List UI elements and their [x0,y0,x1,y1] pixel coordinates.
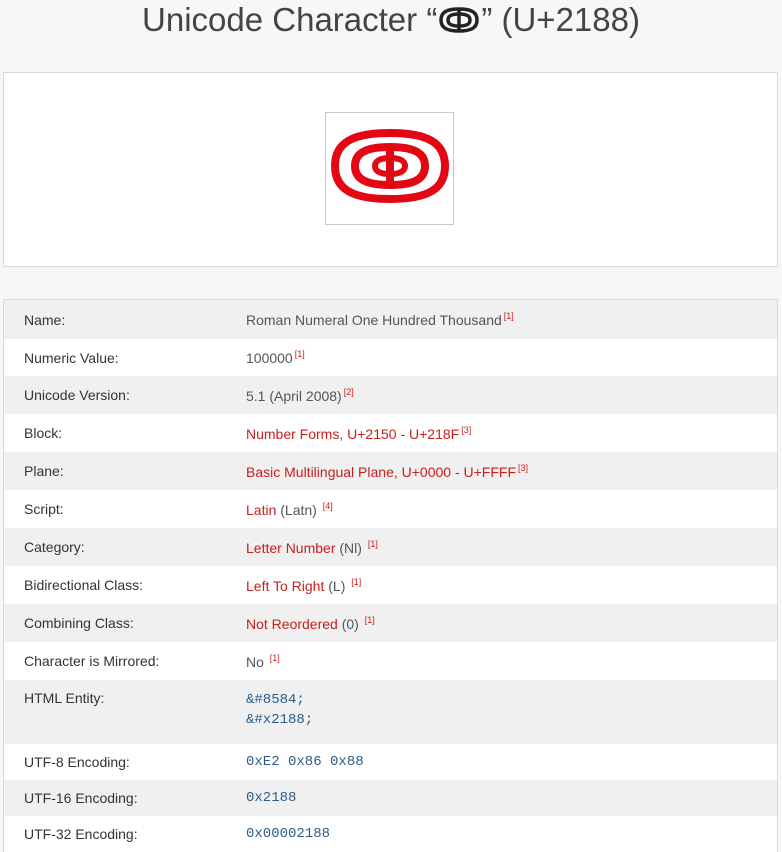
category-link[interactable]: Letter Number [246,540,335,556]
reference-link[interactable]: [4] [323,501,333,511]
version-value: 5.1 (April 2008) [246,387,342,404]
glyph-preview-tile [325,112,454,225]
html-entity-hex: &#x2188; [246,712,314,728]
row-label: Block: [24,425,63,441]
reference-link[interactable]: [1] [295,349,305,359]
table-row-bidi: Bidirectional Class: Left To Right (L) [… [4,566,777,604]
reference-link[interactable]: [2] [344,387,354,397]
table-row-combining: Combining Class: Not Reordered (0) [1] [4,604,777,642]
reference-link[interactable]: [1] [504,311,514,321]
combining-code: (0) [337,615,363,632]
row-value: Basic Multilingual Plane, U+0000 - U+FFF… [246,463,777,480]
combining-link[interactable]: Not Reordered [246,616,338,632]
utf32-value: 0x00002188 [246,826,331,842]
row-label: Unicode Version: [24,387,130,403]
row-label: Character is Mirrored: [24,653,160,669]
page-title: Unicode Character “ ” (U+2188) [0,0,782,43]
table-row-version: Unicode Version: 5.1 (April 2008) [2] [4,376,777,414]
row-value: 5.1 (April 2008) [2] [246,387,777,404]
reference-link[interactable]: [1] [368,539,378,549]
title-prefix: Unicode Character “ [142,1,438,38]
bidi-link[interactable]: Left To Right [246,578,324,594]
row-value: Number Forms, U+2150 - U+218F [3] [246,425,777,442]
row-value: &#8584; &#x2188; [246,690,777,730]
table-row-category: Category: Letter Number (Nl) [1] [4,528,777,566]
html-entity-decimal: &#8584; [246,692,305,708]
row-value: Not Reordered (0) [1] [246,615,777,632]
row-value: Letter Number (Nl) [1] [246,539,777,556]
category-code: (Nl) [335,539,366,556]
table-row-mirrored: Character is Mirrored: No [1] [4,642,777,680]
row-label: Plane: [24,463,64,479]
row-label: UTF-16 Encoding: [24,790,138,806]
table-row-utf8: UTF-8 Encoding: 0xE2 0x86 0x88 [4,744,777,780]
row-value: Roman Numeral One Hundred Thousand [1] [246,311,777,328]
numeric-value: 100000 [246,350,293,366]
mirrored-value: No [246,653,268,670]
row-value: Left To Right (L) [1] [246,577,777,594]
row-label: UTF-32 Encoding: [24,826,138,842]
glyph-preview-panel [3,72,778,267]
utf8-value: 0xE2 0x86 0x88 [246,754,364,770]
row-label: Name: [24,311,66,328]
reference-link[interactable]: [3] [518,463,528,473]
table-row-utf16: UTF-16 Encoding: 0x2188 [4,780,777,816]
roman-numeral-glyph-icon [439,3,480,43]
table-row-script: Script: Latin (Latn) [4] [4,490,777,528]
table-row-plane: Plane: Basic Multilingual Plane, U+0000 … [4,452,777,490]
row-label: Category: [24,539,85,555]
row-label: Bidirectional Class: [24,577,144,593]
utf16-value: 0x2188 [246,790,297,806]
character-properties-table: Name: Roman Numeral One Hundred Thousand… [3,299,778,852]
row-label: UTF-8 Encoding: [24,754,130,770]
table-row-name: Name: Roman Numeral One Hundred Thousand… [4,300,777,339]
plane-link[interactable]: Basic Multilingual Plane, U+0000 - U+FFF… [246,464,516,480]
name-value: Roman Numeral One Hundred Thousand [246,312,502,328]
row-value: No [1] [246,653,777,670]
table-row-utf32: UTF-32 Encoding: 0x00002188 [4,816,777,852]
row-value: Latin (Latn) [4] [246,501,777,518]
bidi-code: (L) [324,577,350,594]
table-row-block: Block: Number Forms, U+2150 - U+218F [3] [4,414,777,452]
roman-numeral-glyph-icon [330,128,449,208]
row-label: HTML Entity: [24,690,105,706]
table-row-numeric: Numeric Value: 100000 [1] [4,339,777,376]
reference-link[interactable]: [3] [461,425,471,435]
reference-link[interactable]: [1] [351,577,361,587]
row-label: Script: [24,501,64,517]
row-value: 100000 [1] [246,349,777,366]
title-suffix: ” (U+2188) [481,1,640,38]
script-link[interactable]: Latin [246,502,276,518]
script-code: (Latn) [276,501,321,518]
reference-link[interactable]: [1] [270,653,280,663]
row-label: Combining Class: [24,615,134,631]
reference-link[interactable]: [1] [365,615,375,625]
table-row-html-entity: HTML Entity: &#8584; &#x2188; [4,680,777,744]
row-label: Numeric Value: [24,349,119,366]
block-link[interactable]: Number Forms, U+2150 - U+218F [246,426,459,442]
